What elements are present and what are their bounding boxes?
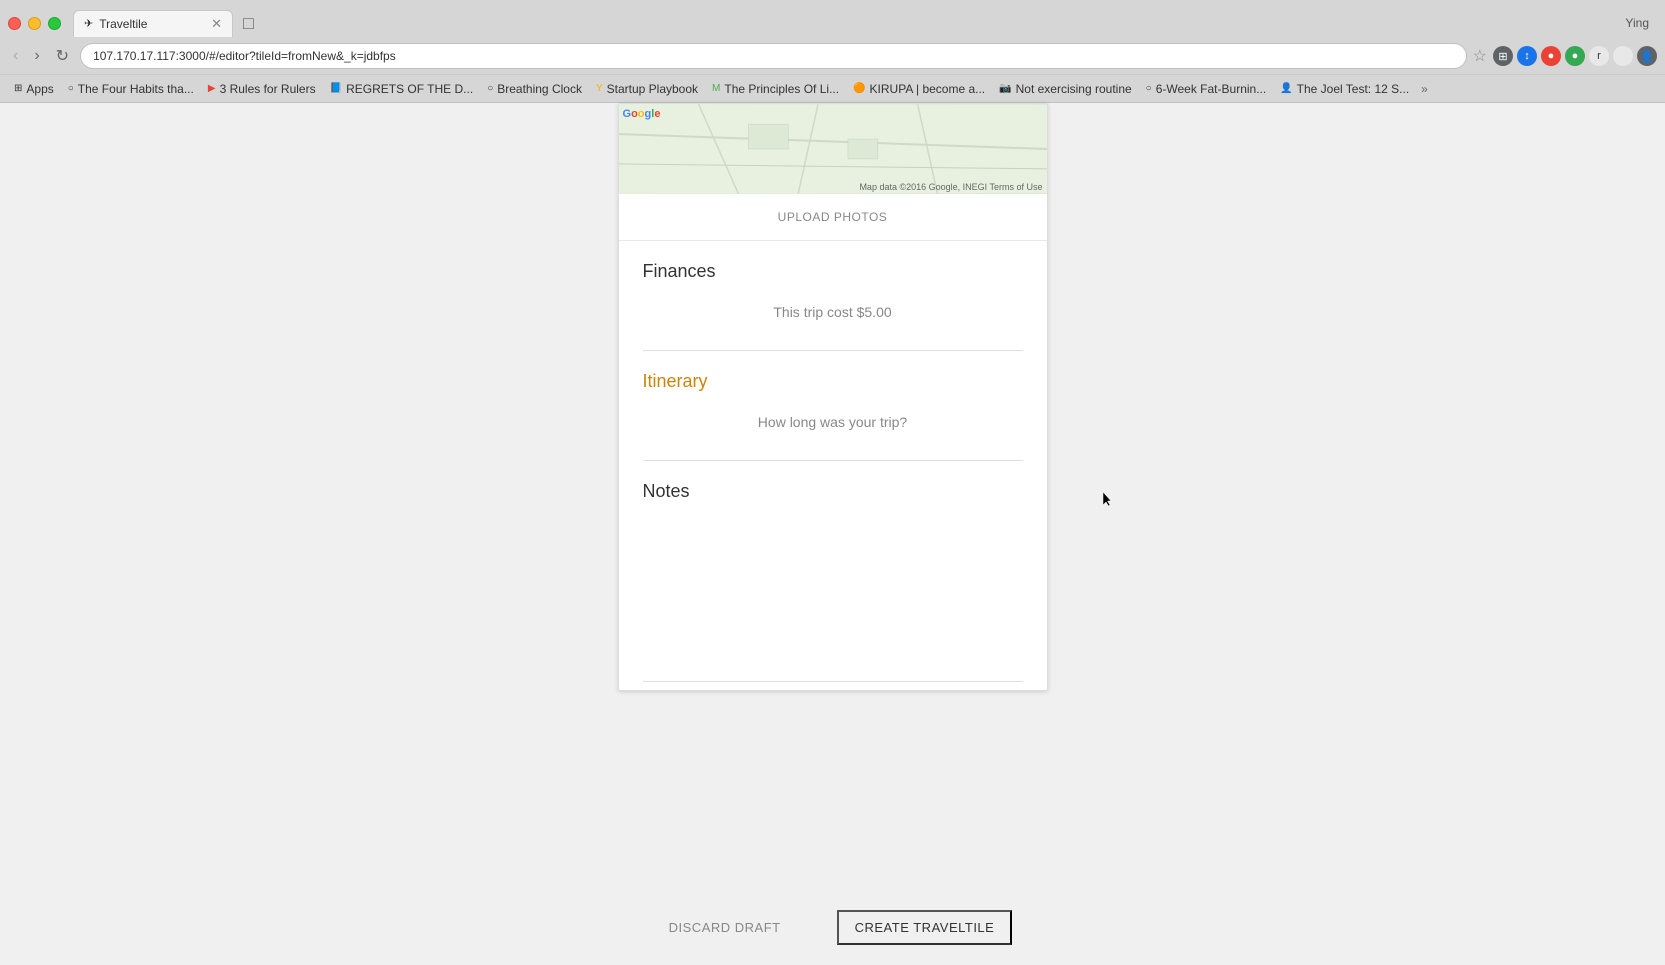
6-week-favicon: ○ [1146, 83, 1152, 94]
bookmark-6-week-label: 6-Week Fat-Burnin... [1156, 82, 1266, 96]
bookmarks-bar: ⊞ Apps ○ The Four Habits tha... ▶ 3 Rule… [0, 74, 1665, 102]
forward-button[interactable]: › [29, 45, 44, 67]
map-area: Google Map data ©2016 Google, INEGI Term… [619, 104, 1047, 194]
bookmark-startup-playbook-label: Startup Playbook [607, 82, 698, 96]
sync-icon[interactable]: ↕ [1517, 46, 1537, 66]
itinerary-content: How long was your trip? [643, 404, 1023, 440]
tab-bar: ✈ Traveltile ✕ □ [73, 10, 1625, 37]
tab-title: Traveltile [99, 17, 205, 31]
bookmark-four-habits[interactable]: ○ The Four Habits tha... [62, 80, 200, 98]
bookmark-principles[interactable]: M The Principles Of Li... [706, 80, 845, 98]
notes-section: Notes [619, 461, 1047, 681]
itinerary-section: Itinerary How long was your trip? [619, 351, 1047, 460]
active-tab[interactable]: ✈ Traveltile ✕ [73, 10, 233, 37]
bookmark-star-icon[interactable]: ☆ [1473, 46, 1487, 66]
browser-chrome: ✈ Traveltile ✕ □ Ying ‹ › ↻ ☆ ⊞ ↕ ● ● r … [0, 0, 1665, 103]
principles-favicon: M [712, 83, 720, 94]
kirupa-favicon: 🟠 [853, 83, 865, 94]
user-name: Ying [1625, 16, 1649, 30]
bottom-buttons: DISCARD DRAFT CREATE TRAVELTILE [0, 890, 1665, 965]
google-logo: Google [623, 108, 661, 120]
discard-draft-button[interactable]: DISCARD DRAFT [653, 910, 797, 945]
address-bar: ‹ › ↻ ☆ ⊞ ↕ ● ● r 👤 [0, 38, 1665, 74]
bookmark-not-exercising-label: Not exercising routine [1016, 82, 1132, 96]
create-traveltile-button[interactable]: CREATE TRAVELTILE [837, 910, 1013, 945]
finances-title: Finances [643, 261, 1023, 282]
app-icon-2[interactable]: ● [1565, 46, 1585, 66]
bookmark-four-habits-label: The Four Habits tha... [78, 82, 194, 96]
bookmark-regrets[interactable]: 📘 REGRETS OF THE D... [324, 80, 480, 98]
bookmark-3-rules-label: 3 Rules for Rulers [220, 82, 316, 96]
bookmark-kirupa-label: KIRUPA | become a... [870, 82, 986, 96]
bookmark-apps-label: Apps [26, 82, 53, 96]
bookmark-startup-playbook[interactable]: Y Startup Playbook [590, 80, 704, 98]
bookmark-apps[interactable]: ⊞ Apps [8, 80, 60, 98]
bookmark-6-week[interactable]: ○ 6-Week Fat-Burnin... [1140, 80, 1273, 98]
page-content: Google Map data ©2016 Google, INEGI Term… [0, 103, 1665, 965]
reload-button[interactable]: ↻ [51, 44, 74, 68]
startup-playbook-favicon: Y [596, 83, 603, 94]
tab-close-icon[interactable]: ✕ [211, 16, 222, 32]
app-icon-4[interactable] [1613, 46, 1633, 66]
3-rules-favicon: ▶ [208, 83, 216, 94]
notes-title: Notes [643, 481, 1023, 502]
toolbar-icons: ⊞ ↕ ● ● r 👤 [1493, 46, 1657, 66]
joel-test-favicon: 👤 [1280, 83, 1292, 94]
extensions-icon[interactable]: ⊞ [1493, 46, 1513, 66]
profile-icon[interactable]: 👤 [1637, 46, 1657, 66]
upload-photos-section[interactable]: UPLOAD PHOTOS [619, 194, 1047, 241]
finances-section: Finances This trip cost $5.00 [619, 241, 1047, 350]
bookmark-not-exercising[interactable]: 📷 Not exercising routine [993, 80, 1138, 98]
maximize-button[interactable] [48, 17, 61, 30]
bookmark-principles-label: The Principles Of Li... [724, 82, 839, 96]
bookmark-breathing-clock[interactable]: ○ Breathing Clock [481, 80, 588, 98]
minimize-button[interactable] [28, 17, 41, 30]
map-credit: Map data ©2016 Google, INEGI Terms of Us… [859, 182, 1042, 192]
window-controls [8, 17, 61, 30]
bookmark-kirupa[interactable]: 🟠 KIRUPA | become a... [847, 80, 991, 98]
finances-content: This trip cost $5.00 [643, 294, 1023, 330]
back-button[interactable]: ‹ [8, 45, 23, 67]
bookmarks-overflow-button[interactable]: » [1417, 80, 1432, 98]
url-input[interactable] [80, 43, 1467, 69]
apps-favicon: ⊞ [14, 83, 22, 94]
bookmark-breathing-clock-label: Breathing Clock [497, 82, 582, 96]
app-icon-1[interactable]: ● [1541, 46, 1561, 66]
upload-photos-label: UPLOAD PHOTOS [778, 210, 888, 224]
bookmark-joel-test[interactable]: 👤 The Joel Test: 12 S... [1274, 80, 1415, 98]
bookmark-joel-test-label: The Joel Test: 12 S... [1297, 82, 1410, 96]
close-button[interactable] [8, 17, 21, 30]
tab-favicon: ✈ [84, 17, 93, 30]
app-icon-3[interactable]: r [1589, 46, 1609, 66]
itinerary-title: Itinerary [643, 371, 1023, 392]
breathing-clock-favicon: ○ [487, 83, 493, 94]
regrets-favicon: 📘 [330, 83, 342, 94]
main-card: Google Map data ©2016 Google, INEGI Term… [618, 103, 1048, 691]
four-habits-favicon: ○ [68, 83, 74, 94]
not-exercising-favicon: 📷 [999, 83, 1011, 94]
new-tab-button[interactable]: □ [235, 11, 262, 36]
bookmark-regrets-label: REGRETS OF THE D... [346, 82, 473, 96]
bookmark-3-rules[interactable]: ▶ 3 Rules for Rulers [202, 80, 322, 98]
title-bar: ✈ Traveltile ✕ □ Ying [0, 0, 1665, 38]
